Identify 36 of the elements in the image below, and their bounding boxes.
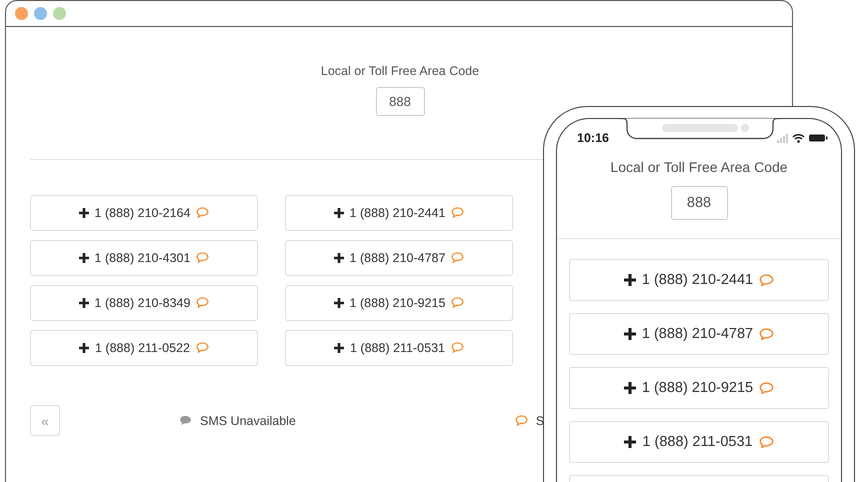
phone-number-button[interactable]: 1 (888) 210-9215 bbox=[285, 285, 513, 321]
plus-icon bbox=[334, 253, 344, 263]
phone-number-button[interactable]: 1 (888) 211-0522 bbox=[30, 330, 258, 366]
phone-number-button[interactable]: 1 (888) 210-4787 bbox=[569, 313, 829, 355]
chat-bubble-icon bbox=[514, 414, 528, 426]
status-icons bbox=[777, 133, 829, 143]
phone-number-button[interactable]: 1 (888) 210-4787 bbox=[285, 240, 513, 276]
plus-icon bbox=[334, 208, 344, 218]
area-code-field[interactable]: 888 bbox=[670, 186, 728, 220]
plus-icon bbox=[78, 253, 89, 263]
phone-number-button[interactable]: 1 (888) 210-2441 bbox=[569, 259, 829, 301]
plus-icon bbox=[624, 382, 636, 394]
phone-number-button[interactable]: 1 (888) 210-9215 bbox=[569, 367, 829, 409]
phone-number-button[interactable]: 1 (888) 210-2164 bbox=[30, 195, 258, 231]
phone-number-button[interactable]: 1 (888) 211-0531 bbox=[569, 421, 829, 463]
phone-number-button[interactable]: 1 (888) 210-4301 bbox=[30, 240, 258, 276]
plus-icon bbox=[624, 328, 636, 340]
plus-icon bbox=[78, 298, 89, 308]
close-icon[interactable] bbox=[15, 7, 28, 20]
status-time: 10:16 bbox=[577, 131, 609, 145]
plus-icon bbox=[334, 298, 344, 308]
area-code-label: Local or Toll Free Area Code bbox=[320, 64, 480, 78]
plus-icon bbox=[79, 343, 89, 353]
phone-number-button[interactable]: 1 (888) 210-2441 bbox=[285, 195, 513, 231]
area-code-field[interactable]: 888 bbox=[376, 87, 424, 116]
plus-icon bbox=[334, 343, 344, 353]
phone-number-button[interactable]: 1 (888) 211-0531 bbox=[285, 330, 513, 366]
minimize-icon[interactable] bbox=[34, 7, 47, 20]
phone-number-button[interactable]: 1 (888) 210-8349 bbox=[30, 285, 258, 321]
legend-text: SMS Unavailable bbox=[200, 414, 296, 428]
plus-icon bbox=[624, 436, 636, 448]
area-code-label: Local or Toll Free Area Code bbox=[610, 159, 788, 175]
chat-bubble-icon bbox=[179, 414, 192, 426]
plus-icon bbox=[624, 274, 636, 286]
maximize-icon[interactable] bbox=[53, 7, 66, 20]
plus-icon bbox=[78, 208, 89, 218]
